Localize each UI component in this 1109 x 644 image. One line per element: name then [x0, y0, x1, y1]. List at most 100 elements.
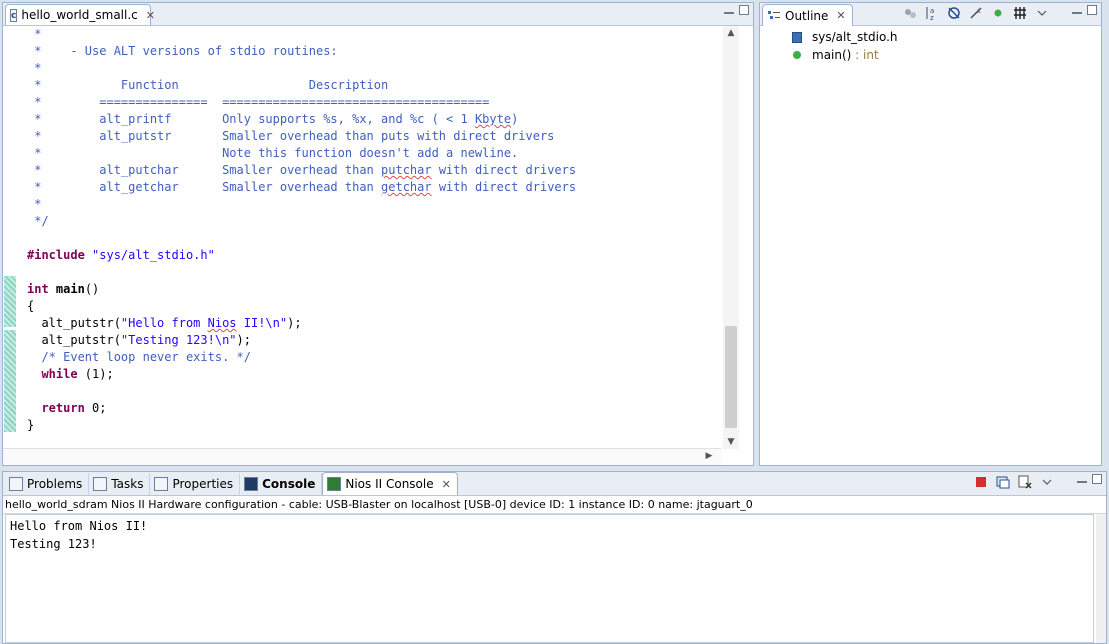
tab-console[interactable]: Console — [240, 473, 323, 495]
group-icon[interactable] — [1013, 6, 1027, 20]
code-token: putchar — [381, 163, 432, 177]
maximize-button[interactable] — [1092, 474, 1102, 484]
outline-item-label: sys/alt_stdio.h — [812, 30, 898, 44]
return-type-label: : int — [851, 48, 879, 62]
code-token: * Note this function doesn't add a newli… — [27, 146, 519, 160]
code-line: * alt_printf Only supports %s, %x, and %… — [27, 111, 721, 128]
editor-pane: c hello_world_small.c ✕ * * - Use ALT ve… — [2, 2, 754, 466]
code-token: getchar — [381, 180, 432, 194]
code-token: */ — [27, 214, 49, 228]
close-icon[interactable]: ✕ — [836, 9, 845, 22]
outline-item-include[interactable]: sys/alt_stdio.h — [792, 28, 898, 46]
minimize-button[interactable] — [1072, 9, 1082, 14]
remove-launch-icon[interactable] — [1018, 475, 1032, 489]
header-file-icon — [792, 31, 802, 43]
display-console-icon[interactable] — [996, 475, 1010, 489]
tab-label: Problems — [27, 477, 83, 491]
svg-text:z: z — [930, 14, 934, 20]
code-token: "Hello from — [120, 316, 208, 330]
code-line: * Function Description — [27, 77, 721, 94]
outline-pane: Outline ✕ az s sys/alt_stdio.h main() : … — [759, 2, 1102, 466]
minimize-button[interactable] — [1077, 478, 1087, 483]
outline-item-main[interactable]: main() : int — [792, 46, 898, 64]
console-description: hello_world_sdram Nios II Hardware confi… — [3, 496, 1106, 514]
code-line: */ — [27, 213, 721, 230]
console-scrollbar[interactable] — [1096, 514, 1106, 643]
close-icon[interactable]: ✕ — [146, 9, 155, 22]
code-token: * — [27, 61, 42, 75]
code-token: 0; — [84, 401, 107, 415]
code-token: /* Event loop never exits. */ — [27, 350, 251, 364]
green-dot-icon[interactable] — [991, 6, 1005, 20]
code-token: II!\n" — [236, 316, 288, 330]
code-line: * - Use ALT versions of stdio routines: — [27, 43, 721, 60]
code-line: while (1); — [27, 366, 721, 383]
code-token: } — [27, 418, 35, 432]
code-text[interactable]: * * - Use ALT versions of stdio routines… — [27, 26, 721, 434]
code-token: int — [27, 282, 49, 296]
tab-label: Properties — [172, 477, 234, 491]
editor-horizontal-scrollbar[interactable]: ▶ — [3, 448, 721, 465]
code-token: * — [27, 197, 42, 211]
editor-tab[interactable]: c hello_world_small.c ✕ — [5, 4, 155, 25]
tab-problems[interactable]: Problems — [5, 473, 90, 495]
outline-item-label: main() — [812, 48, 852, 62]
view-menu-icon[interactable] — [1035, 6, 1049, 20]
code-token: #include — [27, 248, 93, 262]
code-token: (1); — [77, 367, 114, 381]
code-line: #include "sys/alt_stdio.h" — [27, 247, 721, 264]
code-token: main — [55, 282, 85, 296]
tab-nios-console[interactable]: Nios II Console ✕ — [322, 472, 458, 495]
code-line: * alt_putchar Smaller overhead than putc… — [27, 162, 721, 179]
scroll-down-icon[interactable]: ▼ — [723, 437, 739, 447]
scrollbar-thumb[interactable] — [725, 326, 737, 428]
code-line: * — [27, 60, 721, 77]
code-token: { — [27, 299, 35, 313]
console-output-text: Hello from Nios II! Testing 123! — [10, 519, 148, 551]
sort-alphabetically-icon[interactable]: az — [925, 6, 939, 22]
code-line: } — [27, 417, 721, 434]
tab-tasks[interactable]: Tasks — [89, 473, 151, 495]
hide-static-icon[interactable] — [947, 6, 961, 20]
view-menu-icon[interactable] — [1040, 475, 1054, 489]
code-token: Kbyte — [474, 112, 512, 126]
maximize-button[interactable] — [739, 5, 749, 15]
close-icon[interactable]: ✕ — [442, 478, 451, 491]
terminate-icon[interactable] — [974, 475, 988, 489]
code-token: "Testing 123!\n" — [120, 333, 237, 347]
outline-tab[interactable]: Outline ✕ — [762, 4, 853, 26]
code-token: ) — [511, 112, 519, 126]
editor-vertical-scrollbar[interactable]: ▲ ▼ — [723, 26, 739, 449]
code-line: * — [27, 196, 721, 213]
bottom-tabbar: Problems Tasks Properties Console Nios I… — [3, 472, 1106, 496]
scroll-up-icon[interactable]: ▲ — [723, 28, 739, 38]
code-line: alt_putstr("Testing 123!\n"); — [27, 332, 721, 349]
code-token: * =============== ======================… — [27, 95, 490, 109]
c-file-icon: c — [10, 8, 18, 22]
code-line: return 0; — [27, 400, 721, 417]
console-output[interactable]: Hello from Nios II! Testing 123! — [5, 514, 1094, 643]
code-token: ); — [287, 316, 302, 330]
tab-label: Nios II Console — [345, 477, 434, 491]
code-token: * alt_printf Only supports %s, %x, and %… — [27, 112, 475, 126]
function-icon — [793, 51, 801, 59]
minimize-button[interactable] — [724, 9, 734, 14]
code-token: with direct drivers — [431, 180, 577, 194]
hide-non-public-icon[interactable]: s — [969, 6, 983, 20]
code-token: alt_putstr( — [27, 333, 121, 347]
scroll-right-icon[interactable]: ▶ — [701, 451, 717, 461]
code-editor[interactable]: * * - Use ALT versions of stdio routines… — [3, 26, 721, 449]
code-line: * =============== ======================… — [27, 94, 721, 111]
tab-properties[interactable]: Properties — [150, 473, 241, 495]
tab-label: Console — [262, 477, 316, 491]
svg-text:s: s — [977, 7, 981, 15]
hide-fields-icon[interactable] — [903, 6, 917, 20]
code-token: alt_putstr( — [27, 316, 121, 330]
change-marker — [4, 330, 16, 432]
code-token: * - Use ALT versions of stdio routines: — [27, 44, 338, 58]
maximize-button[interactable] — [1087, 5, 1097, 15]
